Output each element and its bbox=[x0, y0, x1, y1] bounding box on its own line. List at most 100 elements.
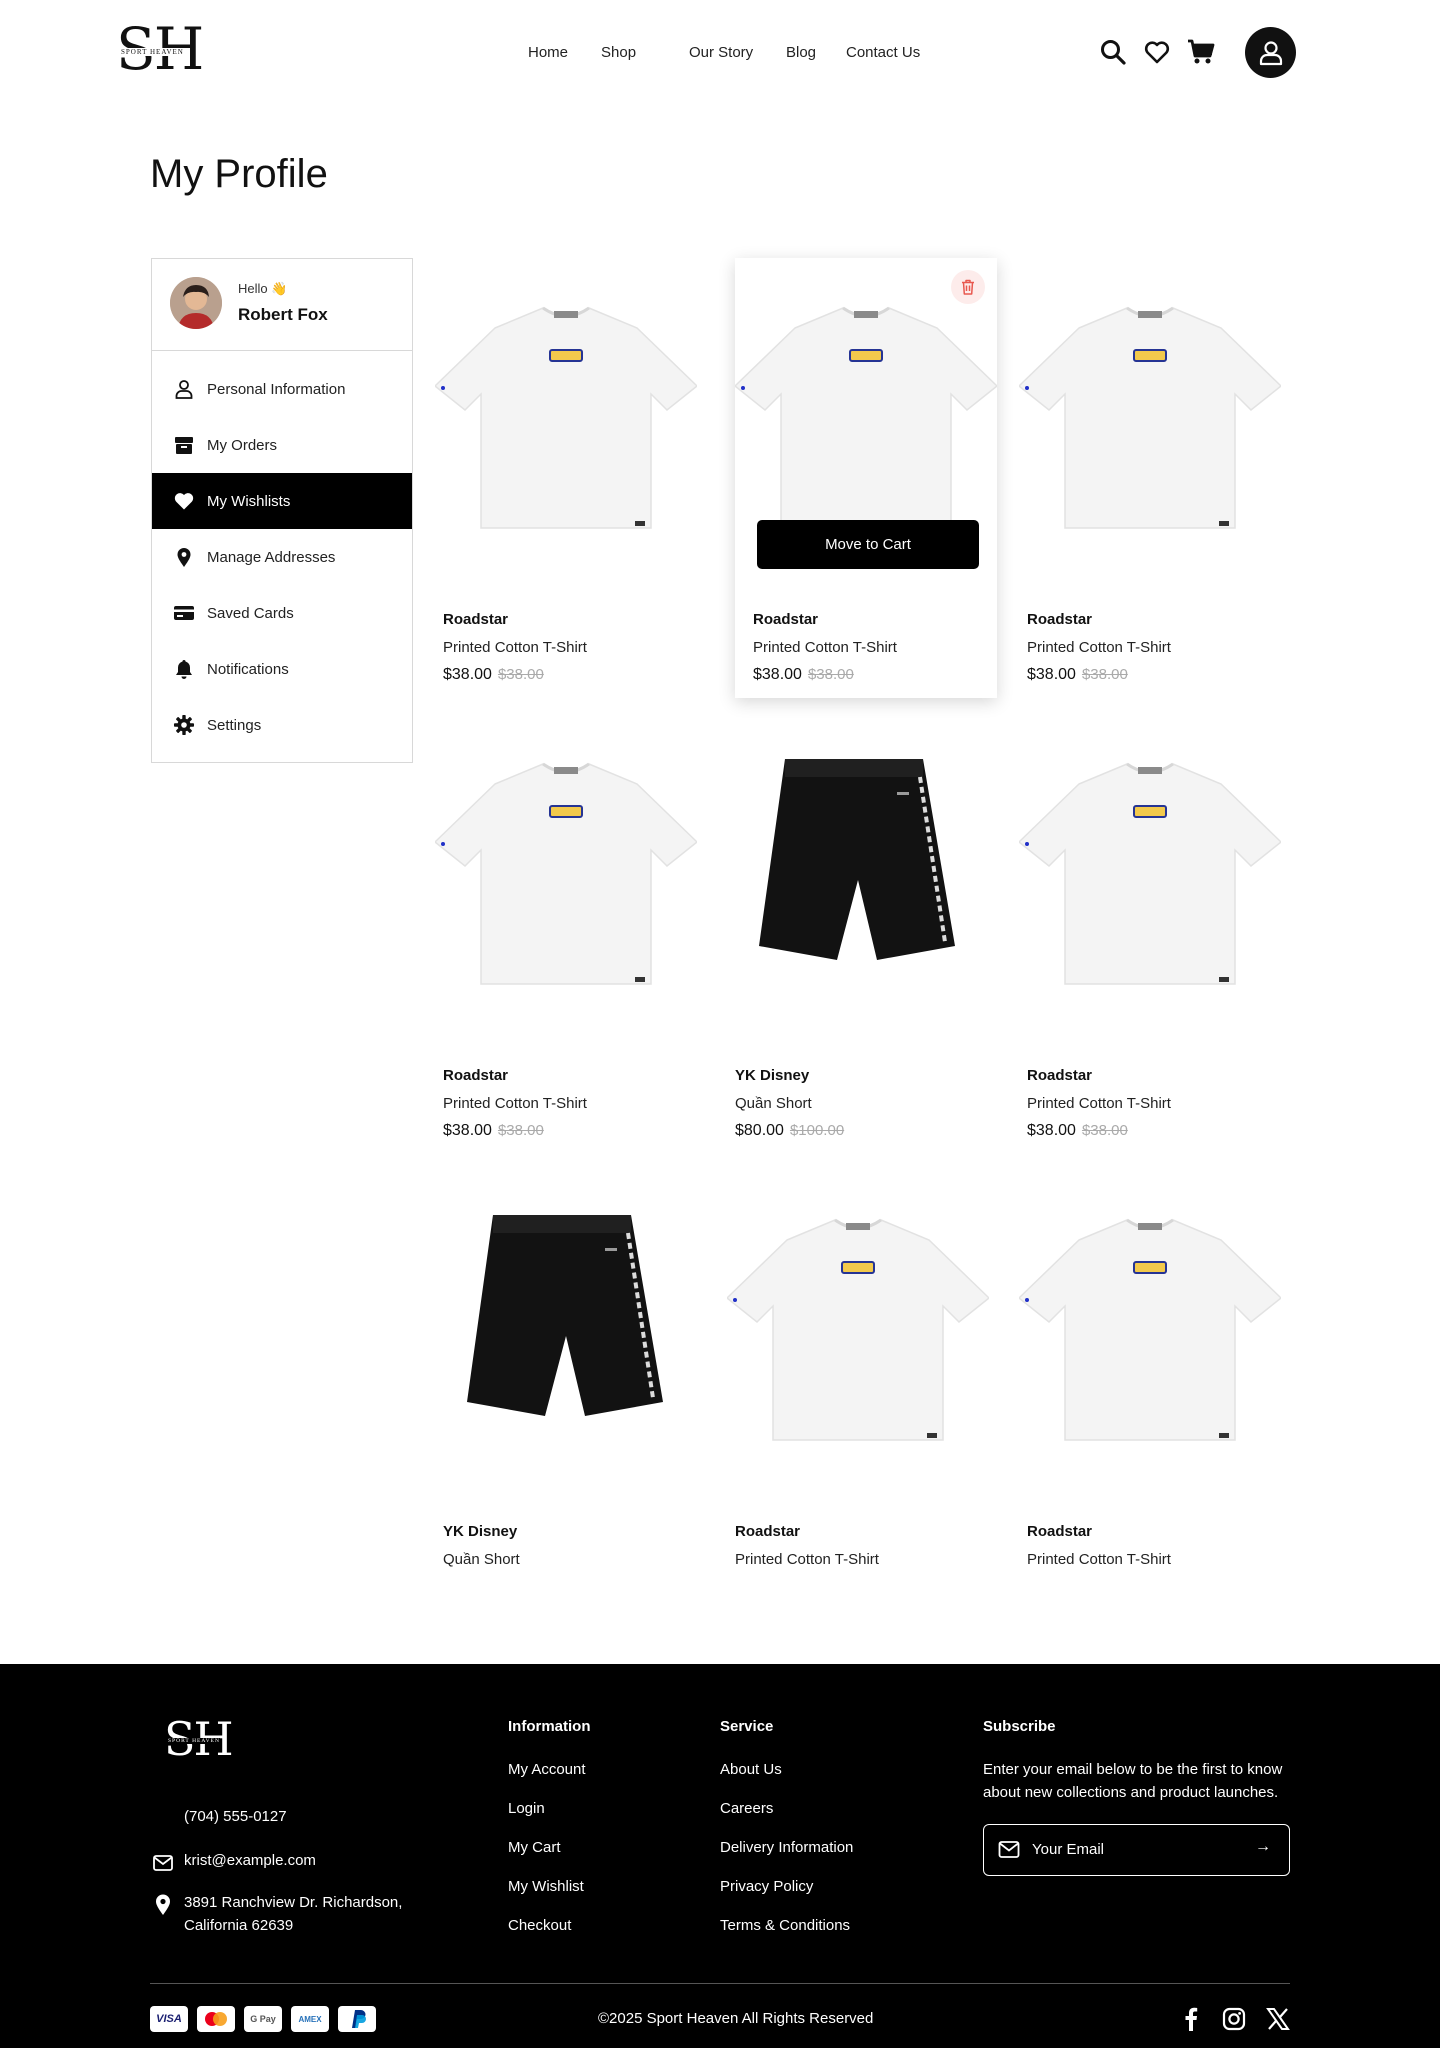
menu-item-my-wishlists[interactable]: My Wishlists bbox=[152, 473, 412, 529]
nav-shop[interactable]: Shop bbox=[601, 44, 636, 61]
menu-item-saved-cards[interactable]: Saved Cards bbox=[152, 585, 412, 641]
brand-logo[interactable]: SH SPORT HEAVEN bbox=[116, 16, 204, 82]
old-price: $100.00 bbox=[789, 1122, 845, 1139]
facebook-icon[interactable] bbox=[1180, 2006, 1202, 2032]
location-pin-icon bbox=[177, 548, 191, 567]
amex-icon: AMEX bbox=[291, 2006, 329, 2032]
product-name[interactable]: Quần Short bbox=[735, 1095, 812, 1112]
card-icon bbox=[174, 606, 194, 620]
page: SH SPORT HEAVEN Home Shop Our Story Blog… bbox=[0, 0, 1440, 2048]
nav-our-story[interactable]: Our Story bbox=[689, 44, 753, 61]
wishlist-card[interactable]: Roadstar Printed Cotton T-Shirt $38.00 $38.… bbox=[1017, 258, 1283, 698]
footer-link-my-wishlist[interactable]: My Wishlist bbox=[508, 1878, 584, 1895]
product-image[interactable] bbox=[727, 734, 989, 994]
footer-address-line2: California 62639 bbox=[184, 1917, 294, 1934]
product-name[interactable]: Printed Cotton T-Shirt bbox=[753, 639, 897, 656]
product-brand: Roadstar bbox=[1027, 611, 1093, 628]
footer-link-about-us[interactable]: About Us bbox=[720, 1761, 782, 1778]
product-price: $38.00 $38.00 bbox=[1027, 666, 1128, 684]
footer-link-terms[interactable]: Terms & Conditions bbox=[720, 1917, 850, 1934]
account-button[interactable] bbox=[1245, 27, 1296, 78]
wishlist-card[interactable]: Roadstar Printed Cotton T-Shirt bbox=[725, 1170, 991, 1610]
footer-link-careers[interactable]: Careers bbox=[720, 1800, 773, 1817]
product-name[interactable]: Printed Cotton T-Shirt bbox=[1027, 639, 1171, 656]
product-brand: Roadstar bbox=[753, 611, 819, 628]
menu-label: My Orders bbox=[207, 436, 278, 454]
arrow-right-icon[interactable]: → bbox=[1255, 1838, 1271, 1856]
remove-from-wishlist-button[interactable] bbox=[951, 270, 985, 304]
instagram-icon[interactable] bbox=[1222, 2007, 1246, 2031]
greeting-text: Hello 👋 bbox=[238, 281, 288, 296]
footer-logo[interactable]: SH SPORT HEAVEN bbox=[164, 1712, 234, 1766]
footer-link-delivery-information[interactable]: Delivery Information bbox=[720, 1839, 853, 1856]
site-header: SH SPORT HEAVEN Home Shop Our Story Blog… bbox=[0, 0, 1440, 110]
bell-icon bbox=[176, 660, 192, 679]
product-image[interactable] bbox=[433, 734, 699, 994]
product-image[interactable] bbox=[1017, 734, 1283, 994]
footer-service-heading: Service bbox=[720, 1718, 774, 1735]
profile-menu: Personal Information My Orders My Wishli… bbox=[152, 351, 412, 753]
heart-icon bbox=[174, 493, 194, 510]
wishlist-card[interactable]: Roadstar Printed Cotton T-Shirt bbox=[1017, 1170, 1283, 1610]
footer-link-checkout[interactable]: Checkout bbox=[508, 1917, 571, 1934]
wishlist-card[interactable]: YK Disney Quần Short bbox=[435, 1170, 697, 1610]
footer-link-login[interactable]: Login bbox=[508, 1800, 545, 1817]
nav-home[interactable]: Home bbox=[528, 44, 568, 61]
product-brand: Roadstar bbox=[1027, 1067, 1093, 1084]
product-name[interactable]: Printed Cotton T-Shirt bbox=[1027, 1551, 1171, 1568]
menu-label: My Wishlists bbox=[207, 492, 291, 510]
old-price: $38.00 bbox=[1081, 666, 1128, 683]
cart-icon[interactable] bbox=[1187, 38, 1215, 66]
product-name[interactable]: Printed Cotton T-Shirt bbox=[735, 1551, 879, 1568]
wishlist-card[interactable]: Roadstar Printed Cotton T-Shirt $38.00 $38.… bbox=[433, 714, 699, 1154]
google-pay-icon: G Pay bbox=[244, 2006, 282, 2032]
menu-item-settings[interactable]: Settings bbox=[152, 697, 412, 753]
product-image[interactable] bbox=[1017, 278, 1283, 538]
visa-icon: VISA bbox=[150, 2006, 188, 2032]
product-image[interactable] bbox=[433, 278, 699, 538]
product-brand: Roadstar bbox=[735, 1523, 801, 1540]
wishlist-card[interactable]: Roadstar Printed Cotton T-Shirt $38.00 $38.… bbox=[1017, 714, 1283, 1154]
x-twitter-icon[interactable] bbox=[1266, 2008, 1290, 2030]
menu-label: Saved Cards bbox=[207, 604, 294, 622]
product-brand: YK Disney bbox=[735, 1067, 810, 1084]
footer-link-my-account[interactable]: My Account bbox=[508, 1761, 586, 1778]
wishlist-card[interactable]: Roadstar Printed Cotton T-Shirt $38.00 $38.… bbox=[433, 258, 699, 698]
footer-link-my-cart[interactable]: My Cart bbox=[508, 1839, 561, 1856]
menu-label: Settings bbox=[207, 716, 262, 734]
product-image[interactable] bbox=[435, 1190, 697, 1450]
site-footer: SH SPORT HEAVEN (704) 555-0127 krist@exa… bbox=[0, 1664, 1440, 2048]
menu-item-personal-information[interactable]: Personal Information bbox=[152, 361, 412, 417]
page-title: My Profile bbox=[150, 152, 328, 196]
menu-item-notifications[interactable]: Notifications bbox=[152, 641, 412, 697]
move-to-cart-button[interactable]: Move to Cart bbox=[757, 520, 979, 569]
product-name[interactable]: Printed Cotton T-Shirt bbox=[443, 1095, 587, 1112]
product-name[interactable]: Printed Cotton T-Shirt bbox=[1027, 1095, 1171, 1112]
product-image[interactable] bbox=[733, 278, 999, 538]
product-price: $38.00 $38.00 bbox=[1027, 1122, 1128, 1140]
footer-info-heading: Information bbox=[508, 1718, 591, 1735]
current-price: $38.00 bbox=[443, 666, 492, 683]
product-name[interactable]: Printed Cotton T-Shirt bbox=[443, 639, 587, 656]
subscribe-email-input[interactable]: Your Email bbox=[1032, 1841, 1104, 1858]
wishlist-card[interactable]: YK Disney Quần Short $80.00 $100.00 bbox=[727, 714, 989, 1154]
paypal-icon bbox=[338, 2006, 376, 2032]
product-image[interactable] bbox=[1017, 1190, 1283, 1450]
footer-link-privacy-policy[interactable]: Privacy Policy bbox=[720, 1878, 813, 1895]
footer-divider bbox=[150, 1983, 1290, 1984]
search-icon[interactable] bbox=[1099, 38, 1127, 66]
user-card: Hello 👋 Robert Fox bbox=[152, 259, 412, 351]
nav-blog[interactable]: Blog bbox=[786, 44, 816, 61]
mail-icon bbox=[153, 1855, 173, 1871]
location-pin-icon bbox=[156, 1894, 170, 1915]
subscribe-text-line2: about new collections and product launch… bbox=[983, 1784, 1279, 1801]
wishlist-heart-icon[interactable] bbox=[1143, 38, 1171, 66]
nav-contact[interactable]: Contact Us bbox=[846, 44, 920, 61]
menu-item-my-orders[interactable]: My Orders bbox=[152, 417, 412, 473]
wishlist-card[interactable]: Roadstar Printed Cotton T-Shirt $38.00 $38.… bbox=[733, 258, 999, 698]
product-name[interactable]: Quần Short bbox=[443, 1551, 520, 1568]
product-image[interactable] bbox=[725, 1190, 991, 1450]
footer-logo-tagline: SPORT HEAVEN bbox=[168, 1738, 220, 1744]
menu-item-manage-addresses[interactable]: Manage Addresses bbox=[152, 529, 412, 585]
footer-email[interactable]: krist@example.com bbox=[184, 1852, 316, 1869]
